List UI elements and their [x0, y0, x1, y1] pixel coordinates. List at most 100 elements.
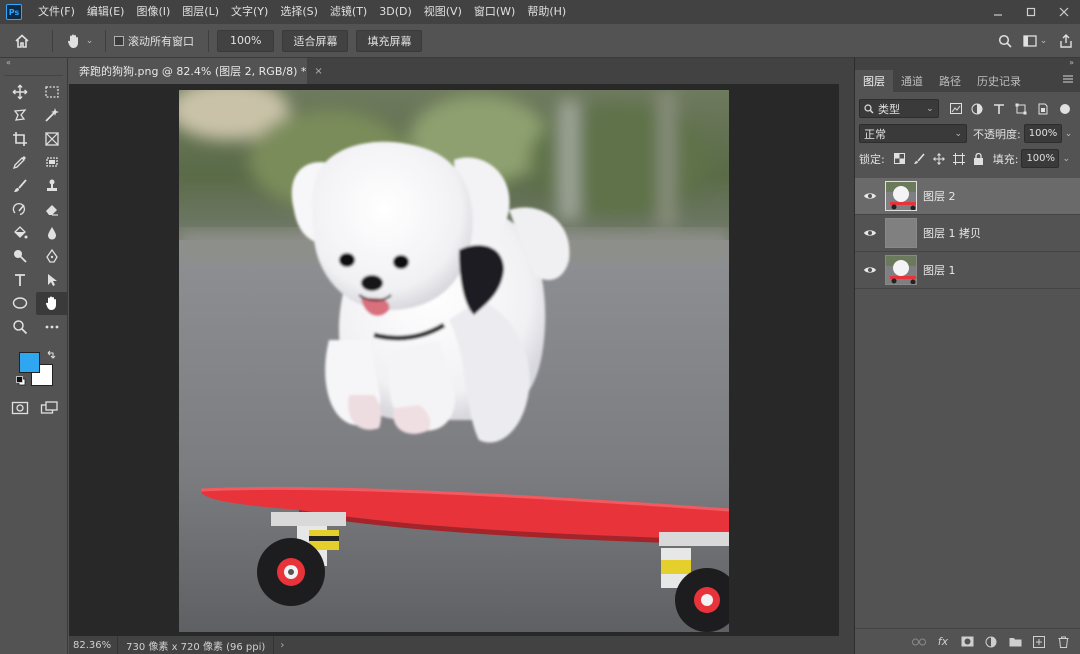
collapse-toolbar-icon[interactable]: «: [0, 58, 67, 68]
marquee-tool-icon[interactable]: [36, 80, 68, 104]
brush-tool-icon[interactable]: [4, 174, 36, 198]
add-mask-icon[interactable]: [955, 636, 979, 647]
filter-search-icon: [864, 103, 874, 113]
fit-screen-button[interactable]: 适合屏幕: [282, 29, 349, 52]
lock-transparent-icon[interactable]: [891, 149, 909, 168]
blend-mode-dropdown[interactable]: 正常 ⌄: [859, 124, 967, 143]
adjustment-filter-icon[interactable]: [967, 99, 989, 118]
layer-row[interactable]: 图层 1: [855, 252, 1080, 289]
fill-screen-button[interactable]: 填充屏幕: [356, 29, 423, 52]
lock-pixels-icon[interactable]: [909, 149, 929, 168]
menu-item[interactable]: 图像(I): [130, 0, 176, 24]
tab-history[interactable]: 历史记录: [969, 70, 1029, 92]
default-colors-icon[interactable]: [16, 376, 26, 389]
menu-item[interactable]: 滤镜(T): [324, 0, 373, 24]
visibility-eye-icon[interactable]: [855, 265, 885, 275]
hand-tool-preset-icon[interactable]: ⌄: [61, 32, 97, 50]
magic-wand-tool-icon[interactable]: [36, 104, 68, 128]
filter-toggle-icon[interactable]: [1054, 99, 1076, 118]
layer-thumbnail: [885, 255, 917, 285]
menu-item[interactable]: 选择(S): [274, 0, 324, 24]
move-tool-icon[interactable]: [4, 80, 36, 104]
document-tab[interactable]: 奔跑的狗狗.png @ 82.4% (图层 2, RGB/8) * ×: [69, 58, 323, 84]
new-group-icon[interactable]: [1003, 636, 1027, 647]
crop-tool-icon[interactable]: [4, 127, 36, 151]
eyedropper-tool-icon[interactable]: [4, 151, 36, 175]
separator: [105, 29, 106, 52]
adjustment-layer-icon[interactable]: [979, 636, 1003, 648]
swap-colors-icon[interactable]: [46, 350, 56, 363]
minimize-icon[interactable]: [981, 0, 1014, 24]
more-tools-icon[interactable]: [36, 315, 68, 339]
home-icon[interactable]: [0, 24, 44, 58]
layer-filter-dropdown[interactable]: 类型 ⌄: [859, 99, 939, 118]
menu-item[interactable]: 编辑(E): [81, 0, 131, 24]
clone-stamp-tool-icon[interactable]: [36, 174, 68, 198]
patch-tool-icon[interactable]: [36, 151, 68, 175]
vertical-scrollbar[interactable]: [839, 84, 854, 636]
type-tool-icon[interactable]: [4, 268, 36, 292]
lasso-tool-icon[interactable]: [4, 104, 36, 128]
zoom-tool-icon[interactable]: [4, 315, 36, 339]
tab-channels[interactable]: 通道: [893, 70, 931, 92]
paint-bucket-tool-icon[interactable]: [4, 221, 36, 245]
delete-layer-icon[interactable]: [1051, 636, 1075, 648]
smart-object-filter-icon[interactable]: [1032, 99, 1054, 118]
maximize-icon[interactable]: [1014, 0, 1047, 24]
type-filter-icon[interactable]: [988, 99, 1010, 118]
pen-tool-icon[interactable]: [36, 245, 68, 269]
frame-tool-icon[interactable]: [36, 127, 68, 151]
foreground-color-swatch[interactable]: [19, 352, 40, 373]
layer-row[interactable]: 图层 1 拷贝: [855, 215, 1080, 252]
fill-field[interactable]: 100%: [1021, 149, 1060, 168]
hand-tool-icon[interactable]: [36, 291, 68, 315]
lock-artboard-icon[interactable]: [949, 149, 969, 168]
layer-style-fx-icon[interactable]: fx: [931, 635, 955, 648]
lock-position-icon[interactable]: [929, 149, 949, 168]
menu-item[interactable]: 文字(Y): [225, 0, 274, 24]
lock-all-icon[interactable]: [969, 149, 989, 168]
workspace-icon[interactable]: ⌄: [1018, 34, 1052, 47]
menu-item[interactable]: 窗口(W): [468, 0, 521, 24]
close-window-icon[interactable]: [1047, 0, 1080, 24]
screen-mode-icon[interactable]: [40, 400, 60, 419]
tab-paths[interactable]: 路径: [931, 70, 969, 92]
menu-item[interactable]: 3D(D): [373, 0, 418, 24]
close-tab-icon[interactable]: ×: [314, 66, 322, 77]
path-selection-tool-icon[interactable]: [36, 268, 68, 292]
panel-menu-icon[interactable]: [1062, 74, 1074, 87]
opacity-field[interactable]: 100%: [1023, 124, 1062, 143]
checkbox-box[interactable]: [114, 35, 124, 46]
tab-layers[interactable]: 图层: [855, 70, 893, 92]
pixel-filter-icon[interactable]: [945, 99, 967, 118]
quick-mask-icon[interactable]: [11, 400, 29, 419]
toolbar-grip[interactable]: [4, 68, 63, 76]
zoom-100-button[interactable]: 100%: [217, 29, 275, 52]
share-icon[interactable]: [1052, 33, 1080, 48]
eraser-tool-icon[interactable]: [36, 198, 68, 222]
visibility-eye-icon[interactable]: [855, 228, 885, 238]
dodge-tool-icon[interactable]: [4, 245, 36, 269]
menu-item[interactable]: 视图(V): [418, 0, 468, 24]
shape-filter-icon[interactable]: [1010, 99, 1032, 118]
fill-chevron-icon[interactable]: ⌄: [1062, 154, 1070, 164]
ellipse-tool-icon[interactable]: [4, 292, 36, 316]
zoom-level[interactable]: 82.36%: [69, 636, 119, 654]
menu-item[interactable]: 图层(L): [176, 0, 225, 24]
collapse-panel-icon[interactable]: »: [855, 58, 1080, 68]
canvas-area[interactable]: [69, 84, 839, 636]
link-layers-icon[interactable]: [907, 638, 931, 646]
menu-item[interactable]: 帮助(H): [521, 0, 572, 24]
new-layer-icon[interactable]: [1027, 635, 1051, 648]
scroll-all-windows-checkbox[interactable]: 滚动所有窗口: [114, 33, 194, 49]
layer-row[interactable]: 图层 2: [855, 178, 1080, 215]
opacity-chevron-icon[interactable]: ⌄: [1065, 129, 1073, 139]
search-icon[interactable]: [992, 34, 1018, 48]
status-menu-arrow[interactable]: ›: [274, 640, 290, 651]
visibility-eye-icon[interactable]: [855, 191, 885, 201]
blur-tool-icon[interactable]: [36, 221, 68, 245]
tools-panel: «: [0, 58, 68, 654]
document-image[interactable]: [179, 90, 729, 632]
history-brush-tool-icon[interactable]: [4, 198, 36, 222]
menu-item[interactable]: 文件(F): [32, 0, 81, 24]
